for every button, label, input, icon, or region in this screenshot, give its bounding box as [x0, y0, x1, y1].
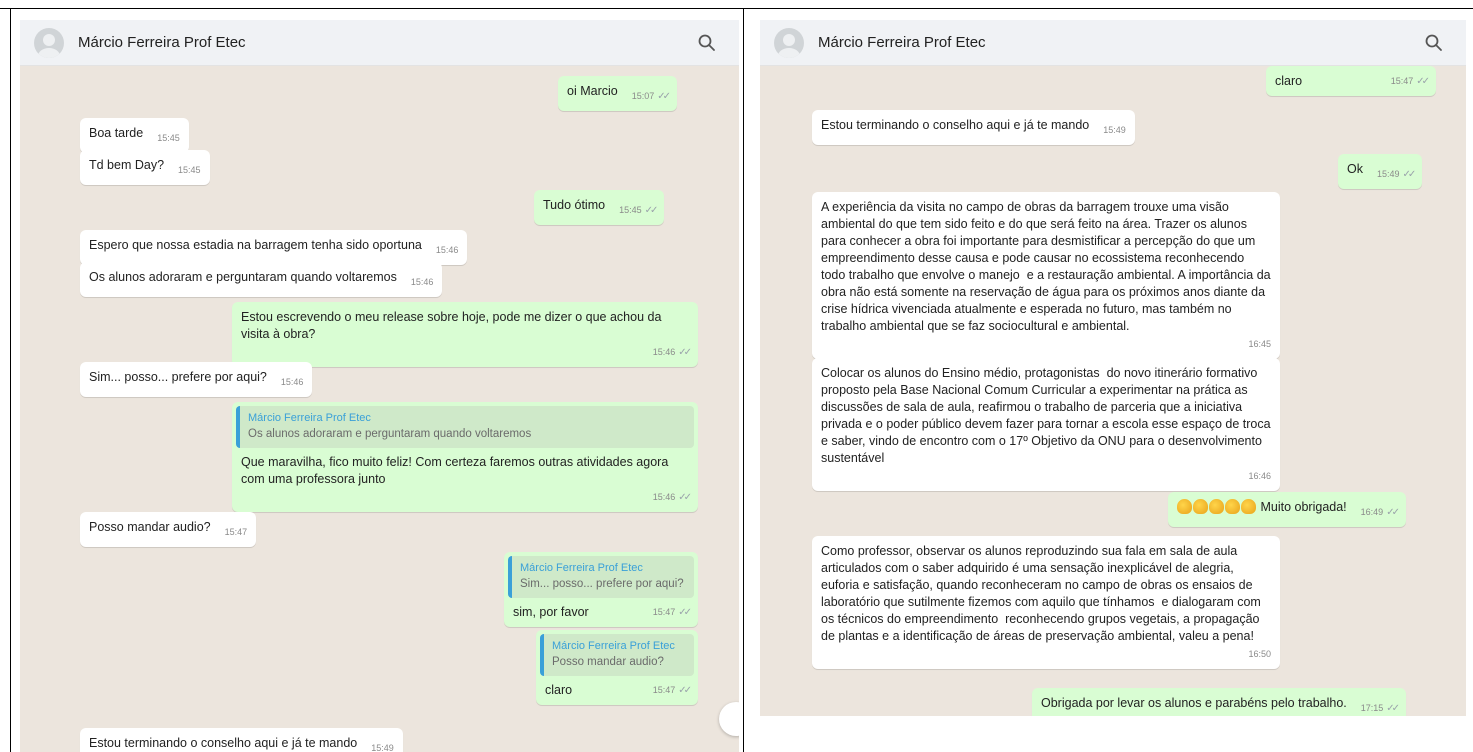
quoted-sender: Márcio Ferreira Prof Etec: [552, 640, 675, 652]
message-bubble-incoming[interactable]: Espero que nossa estadia na barragem ten…: [80, 230, 468, 265]
message-text: claro: [1275, 74, 1303, 88]
message-time: 15:49: [1103, 125, 1126, 135]
message-time: 15:49: [371, 743, 394, 752]
message-bubble-outgoing[interactable]: oi Marcio 15:07 ✓✓: [558, 76, 678, 111]
message-text: Que maravilha, fico muito feliz! Com cer…: [241, 455, 672, 486]
scroll-down-button[interactable]: [719, 702, 739, 736]
message-bubble-outgoing[interactable]: Márcio Ferreira Prof Etec Posso mandar a…: [536, 630, 698, 705]
message-bubble-outgoing[interactable]: Estou escrevendo o meu release sobre hoj…: [232, 302, 698, 367]
message-text: Os alunos adoraram e perguntaram quando …: [89, 270, 397, 284]
message-bubble-incoming[interactable]: Posso mandar audio? 15:47: [80, 512, 257, 547]
message-text: Estou escrevendo o meu release sobre hoj…: [241, 310, 665, 341]
chat-header: Márcio Ferreira Prof Etec: [760, 20, 1466, 66]
double-check-icon: ✓✓: [644, 205, 659, 216]
message-bubble-incoming[interactable]: Os alunos adoraram e perguntaram quando …: [80, 262, 443, 297]
message-text: Estou terminando o conselho aqui e já te…: [89, 736, 358, 750]
message-bubble-outgoing[interactable]: Muito obrigada! 16:49 ✓✓: [1168, 492, 1406, 527]
message-time: 15:47 ✓✓: [652, 685, 692, 696]
message-time: 17:15 ✓✓: [1360, 703, 1400, 714]
avatar[interactable]: [774, 27, 804, 58]
clapping-emoji-icon: [1177, 499, 1257, 514]
message-bubble-outgoing[interactable]: claro 15:47 ✓✓: [1266, 66, 1436, 96]
message-bubble-outgoing[interactable]: Márcio Ferreira Prof Etec Os alunos ador…: [232, 402, 698, 512]
message-time: 16:50: [1248, 649, 1271, 659]
message-text: Obrigada por levar os alunos e parabéns …: [1041, 696, 1347, 710]
frame-divider: [743, 8, 744, 752]
message-time: 15:47 ✓✓: [652, 607, 692, 618]
message-text: claro: [545, 683, 573, 697]
message-bubble-outgoing[interactable]: Márcio Ferreira Prof Etec Sim... posso..…: [504, 552, 698, 627]
double-check-icon: ✓✓: [678, 492, 692, 503]
double-check-icon: ✓✓: [1416, 76, 1430, 87]
message-text: Colocar os alunos do Ensino médio, prota…: [821, 366, 1275, 465]
quoted-text: Posso mandar audio?: [552, 656, 664, 668]
message-bubble-incoming[interactable]: Como professor, observar os alunos repro…: [812, 536, 1280, 669]
message-time: 15:47: [224, 527, 248, 537]
message-time: 15:45: [157, 133, 180, 143]
message-text: sim, por favor: [513, 605, 589, 619]
message-time: 15:46: [410, 277, 434, 287]
message-time: 16:45: [1248, 339, 1271, 349]
message-text: Tudo ótimo: [543, 198, 606, 212]
search-icon[interactable]: [1424, 33, 1444, 53]
message-time: 16:46: [1248, 471, 1271, 481]
message-time: 15:45: [178, 165, 201, 175]
message-bubble-outgoing[interactable]: Ok 15:49 ✓✓: [1338, 154, 1423, 189]
message-time: 16:49 ✓✓: [1360, 507, 1400, 518]
double-check-icon: ✓✓: [678, 607, 692, 618]
message-bubble-incoming[interactable]: A experiência da visita no campo de obra…: [812, 192, 1280, 359]
contact-name[interactable]: Márcio Ferreira Prof Etec: [818, 34, 986, 51]
message-bubble-incoming[interactable]: Estou terminando o conselho aqui e já te…: [80, 728, 403, 752]
message-time: 15:45 ✓✓: [619, 205, 659, 216]
message-bubble-incoming[interactable]: Td bem Day? 15:45: [80, 150, 210, 185]
message-time: 15:47 ✓✓: [1390, 76, 1430, 87]
chat-header: Márcio Ferreira Prof Etec: [20, 20, 739, 66]
message-bubble-incoming[interactable]: Boa tarde 15:45: [80, 118, 189, 153]
message-bubble-incoming[interactable]: Sim... posso... prefere por aqui? 15:46: [80, 362, 313, 397]
quoted-text: Os alunos adoraram e perguntaram quando …: [248, 428, 532, 440]
message-text: Como professor, observar os alunos repro…: [821, 544, 1265, 643]
message-text: A experiência da visita no campo de obra…: [821, 200, 1275, 333]
message-text: Espero que nossa estadia na barragem ten…: [89, 238, 422, 252]
frame-top-border: [0, 8, 1473, 9]
double-check-icon: ✓✓: [657, 91, 671, 102]
frame-left-border: [10, 8, 11, 752]
quoted-sender: Márcio Ferreira Prof Etec: [520, 562, 643, 574]
quoted-message[interactable]: Márcio Ferreira Prof Etec Os alunos ador…: [236, 406, 694, 448]
message-bubble-outgoing[interactable]: Tudo ótimo 15:45 ✓✓: [534, 190, 665, 225]
message-text: oi Marcio: [567, 84, 618, 98]
message-text: Posso mandar audio?: [89, 520, 211, 534]
message-bubble-outgoing[interactable]: Obrigada por levar os alunos e parabéns …: [1032, 688, 1407, 716]
message-bubble-incoming[interactable]: Colocar os alunos do Ensino médio, prota…: [812, 358, 1280, 491]
message-time: 15:49 ✓✓: [1376, 169, 1417, 180]
message-text: Muito obrigada!: [1260, 500, 1347, 514]
message-text: Td bem Day?: [89, 158, 165, 172]
message-time: 15:46: [435, 245, 459, 255]
quoted-message[interactable]: Márcio Ferreira Prof Etec Sim... posso..…: [508, 556, 694, 598]
quoted-message[interactable]: Márcio Ferreira Prof Etec Posso mandar a…: [540, 634, 694, 676]
message-time: 15:46: [280, 377, 304, 387]
double-check-icon: ✓✓: [1386, 703, 1400, 714]
message-bubble-incoming[interactable]: Estou terminando o conselho aqui e já te…: [812, 110, 1135, 145]
quoted-sender: Márcio Ferreira Prof Etec: [248, 412, 371, 424]
message-text: Boa tarde: [89, 126, 144, 140]
contact-name[interactable]: Márcio Ferreira Prof Etec: [78, 34, 246, 51]
message-text: Sim... posso... prefere por aqui?: [89, 370, 267, 384]
message-text: Ok: [1347, 162, 1363, 176]
message-time: 15:46 ✓✓: [652, 492, 692, 503]
chat-panel-right: Márcio Ferreira Prof Etec claro 15:47 ✓✓ E…: [760, 20, 1466, 716]
message-time: 15:46 ✓✓: [652, 347, 692, 358]
double-check-icon: ✓✓: [1386, 507, 1400, 518]
double-check-icon: ✓✓: [1402, 169, 1417, 180]
double-check-icon: ✓✓: [678, 347, 692, 358]
search-icon[interactable]: [697, 33, 717, 53]
avatar[interactable]: [34, 27, 64, 58]
message-time: 15:07 ✓✓: [631, 91, 671, 102]
quoted-text: Sim... posso... prefere por aqui?: [520, 578, 684, 590]
message-text: Estou terminando o conselho aqui e já te…: [821, 118, 1090, 132]
double-check-icon: ✓✓: [678, 685, 692, 696]
chat-panel-left: Márcio Ferreira Prof Etec oi Marcio 15:07…: [20, 20, 739, 752]
